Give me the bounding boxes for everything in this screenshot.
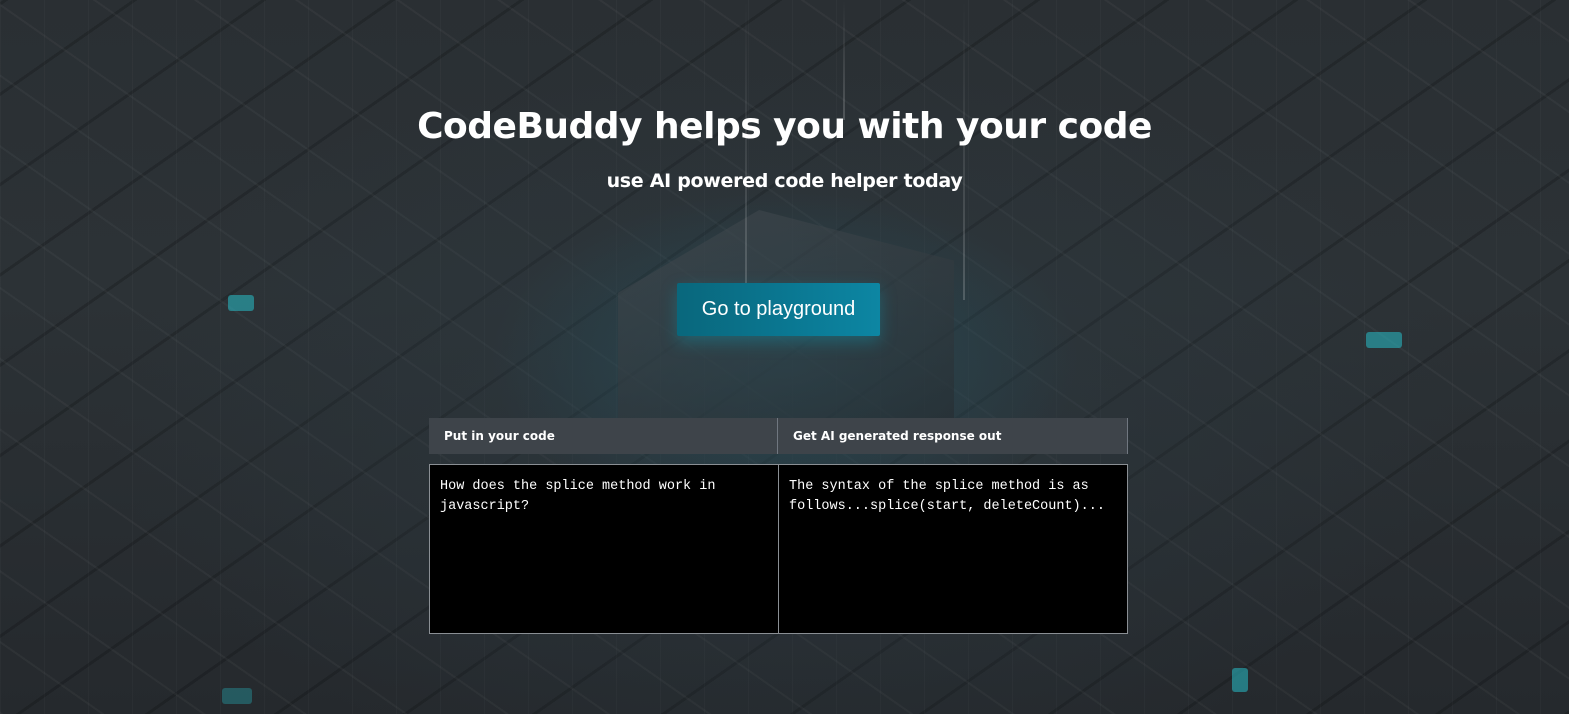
background-glow bbox=[222, 688, 252, 704]
background-light-beam bbox=[843, 0, 845, 120]
background-light-beam bbox=[745, 0, 747, 300]
go-to-playground-button[interactable]: Go to playground bbox=[677, 283, 880, 336]
background-glow bbox=[228, 295, 254, 311]
output-panel-header-label: Get AI generated response out bbox=[793, 429, 1002, 443]
input-panel-header-label: Put in your code bbox=[444, 429, 555, 443]
output-panel-header: Get AI generated response out bbox=[778, 418, 1128, 454]
page-title: CodeBuddy helps you with your code bbox=[417, 106, 1152, 147]
background-glow bbox=[1366, 332, 1402, 348]
ai-response-output: The syntax of the splice method is as fo… bbox=[778, 464, 1128, 634]
page-subtitle: use AI powered code helper today bbox=[606, 170, 963, 192]
background-glow bbox=[1232, 668, 1248, 692]
background-light-beam bbox=[963, 0, 965, 300]
input-panel-header: Put in your code bbox=[429, 418, 778, 454]
code-input-field[interactable]: How does the splice method work in javas… bbox=[429, 464, 779, 634]
